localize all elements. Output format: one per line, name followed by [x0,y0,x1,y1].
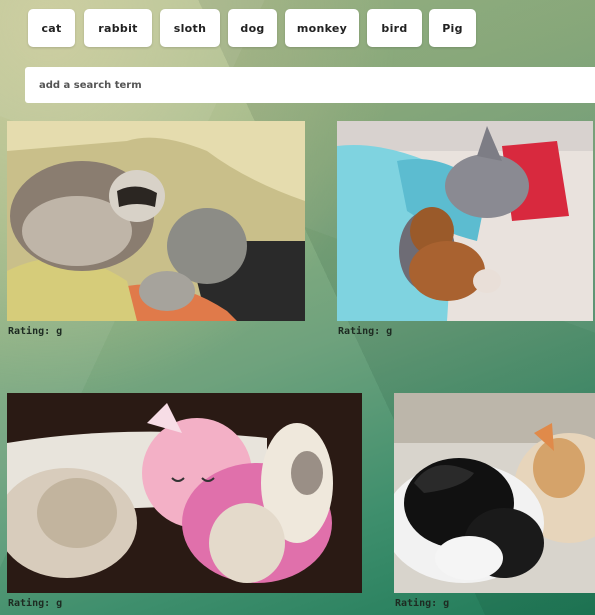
gif-image[interactable] [337,121,593,321]
topic-button-cat[interactable]: cat [28,9,75,47]
search-input[interactable] [37,78,595,92]
rating-label: Rating: g [338,326,393,337]
gif-image[interactable] [7,121,305,321]
search-box[interactable] [25,67,595,103]
gif-image[interactable] [7,393,362,593]
topic-button-rabbit[interactable]: rabbit [84,9,152,47]
topic-button-monkey[interactable]: monkey [285,9,359,47]
rating-label: Rating: g [395,598,450,609]
topic-button-sloth[interactable]: sloth [160,9,220,47]
topic-button-dog[interactable]: dog [228,9,277,47]
rating-label: Rating: g [8,326,63,337]
topic-button-pig[interactable]: Pig [429,9,476,47]
gif-image[interactable] [394,393,595,593]
topic-button-bird[interactable]: bird [367,9,422,47]
rating-label: Rating: g [8,598,63,609]
